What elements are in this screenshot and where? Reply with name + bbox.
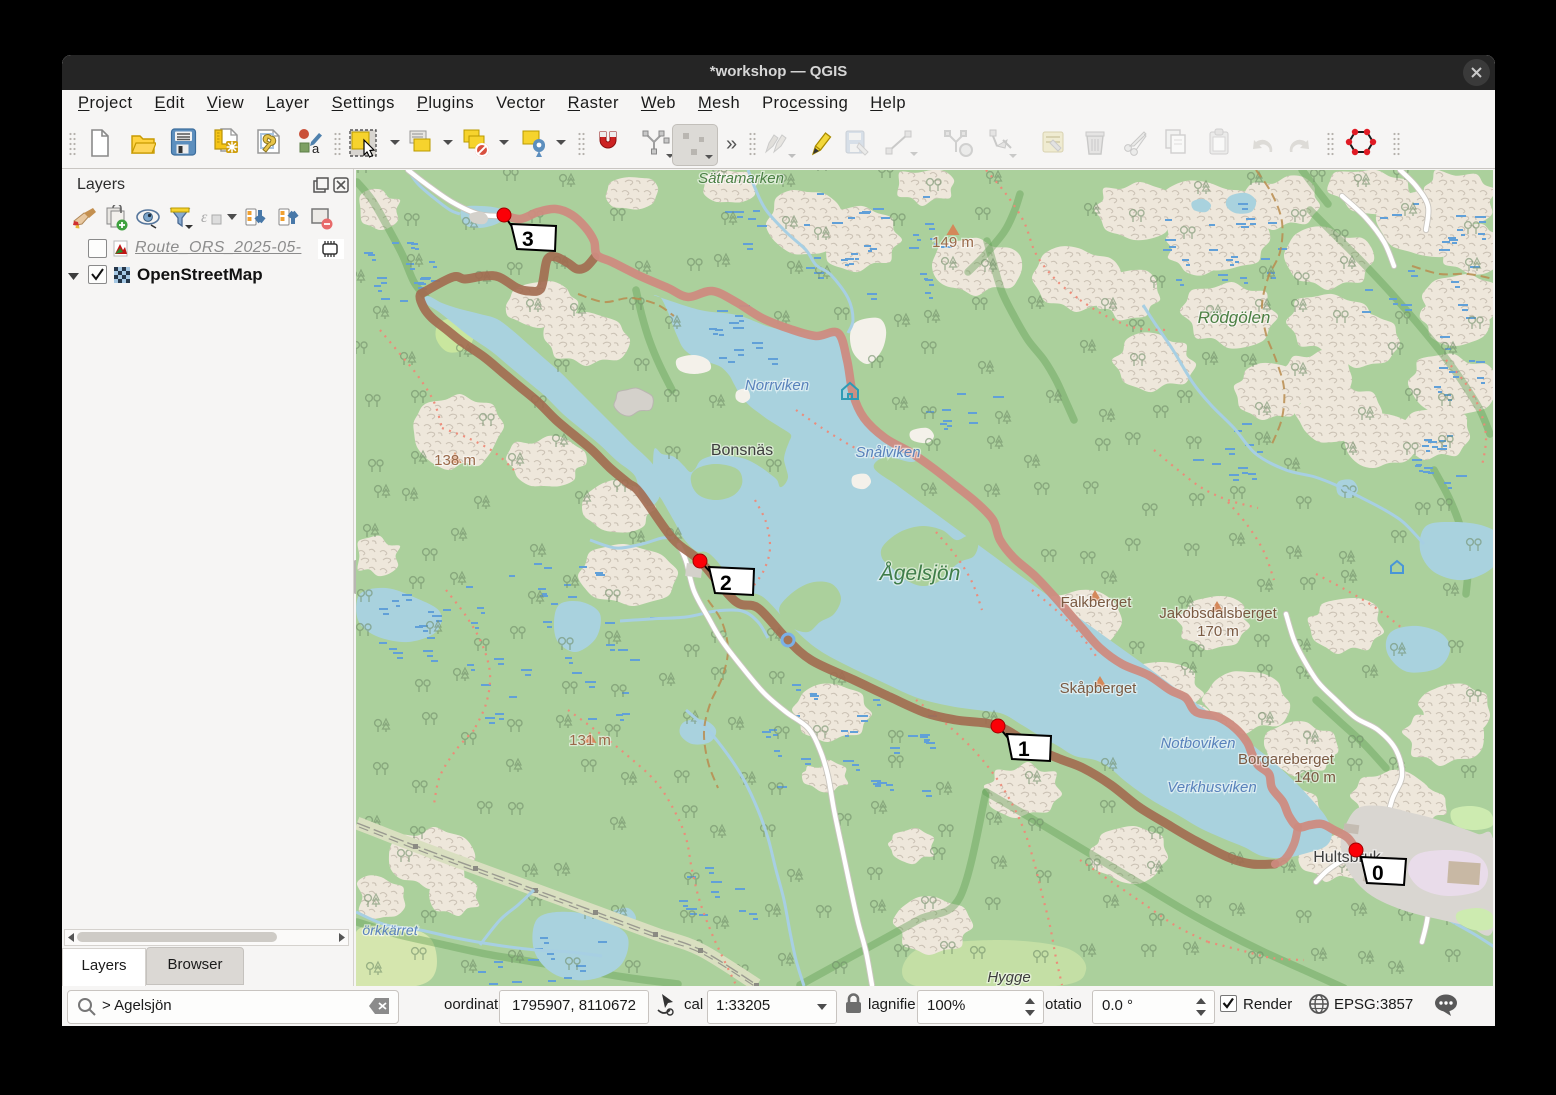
svg-text:140 m: 140 m — [1294, 769, 1336, 786]
svg-text:örkkärret: örkkärret — [362, 922, 418, 938]
svg-text:Sätramarken: Sätramarken — [698, 170, 784, 187]
svg-text:138 m: 138 m — [434, 452, 476, 469]
svg-text:Borgareberget: Borgareberget — [1238, 751, 1335, 768]
svg-text:Bonsnäs: Bonsnäs — [711, 442, 773, 459]
svg-text:131 m: 131 m — [569, 732, 611, 749]
svg-text:170 m: 170 m — [1197, 623, 1239, 640]
svg-text:Notboviken: Notboviken — [1160, 735, 1235, 752]
svg-text:1: 1 — [1018, 738, 1030, 761]
svg-text:Verkhusviken: Verkhusviken — [1167, 779, 1257, 796]
svg-text:Snålviken: Snålviken — [855, 444, 920, 461]
svg-text:Ågelsjön: Ågelsjön — [878, 562, 961, 585]
svg-text:Falkberget: Falkberget — [1061, 594, 1133, 611]
svg-text:a: a — [312, 141, 320, 156]
svg-text:Hygge: Hygge — [987, 969, 1030, 986]
svg-text:ε: ε — [201, 209, 208, 226]
svg-text:»: » — [726, 133, 737, 155]
svg-text:Skåpberget: Skåpberget — [1060, 680, 1138, 697]
svg-text:2: 2 — [720, 572, 732, 595]
svg-text:0: 0 — [1372, 862, 1384, 885]
svg-text:Norrviken: Norrviken — [745, 377, 809, 394]
svg-text:149 m: 149 m — [932, 234, 974, 251]
svg-text:Rödgölen: Rödgölen — [1198, 308, 1271, 327]
svg-text:Jakobsdalsberget: Jakobsdalsberget — [1159, 605, 1277, 622]
svg-text:3: 3 — [522, 228, 534, 251]
